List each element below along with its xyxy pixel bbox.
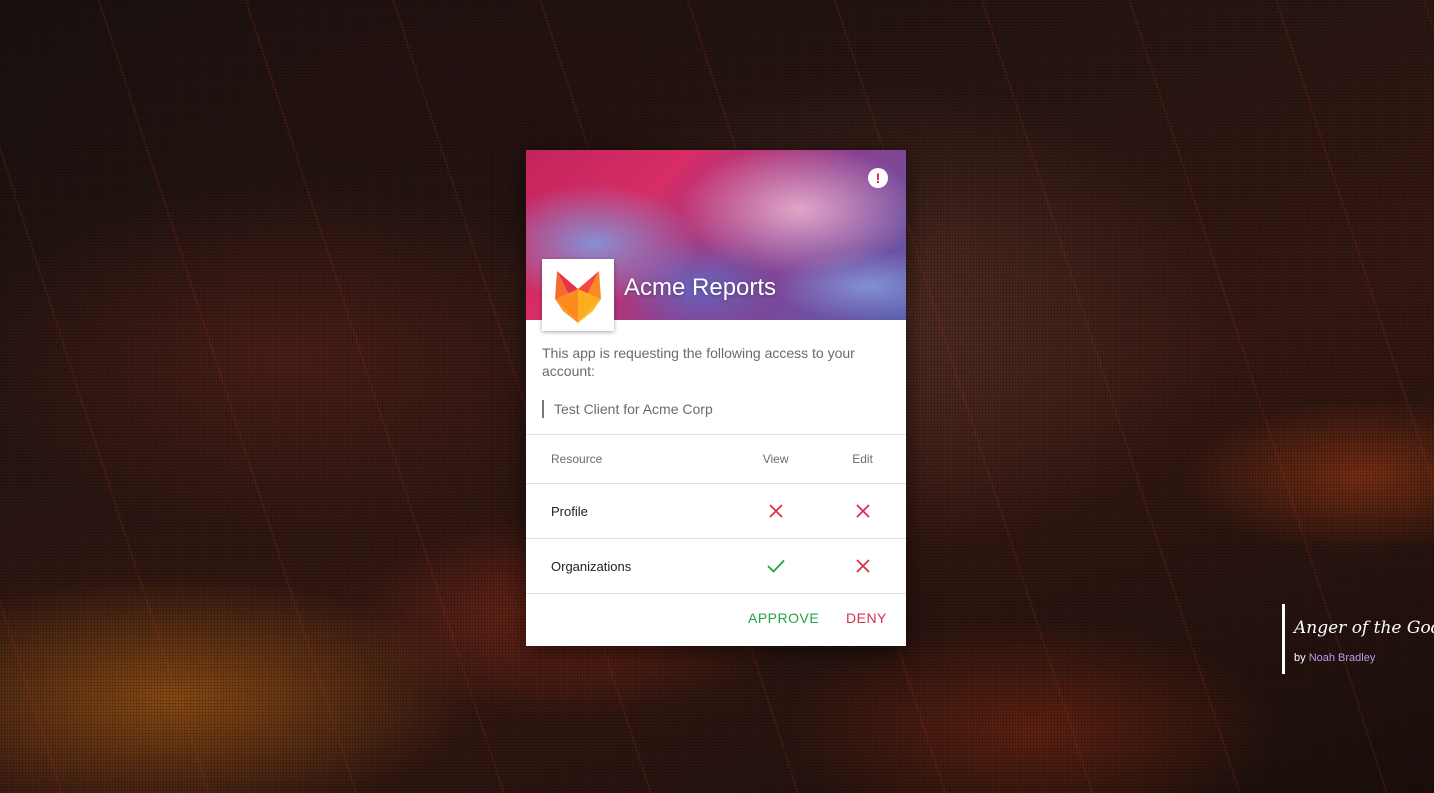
artist-link[interactable]: Noah Bradley [1309,652,1376,664]
resource-profile: Profile [551,503,588,519]
request-text: This app is requesting the following acc… [542,345,855,379]
app-logo [542,259,614,331]
resource-organizations: Organizations [551,558,632,574]
table-row: Organizations [526,539,906,594]
deny-button[interactable]: DENY [846,610,887,626]
artwork-credits: Anger of the Gods by Noah Bradley [1282,604,1434,674]
table-row: Profile [526,484,906,539]
authorization-dialog: ! Acme Reports This app is requesting th… [526,150,906,646]
permissions-table: Resource View Edit Profile Organizations [526,434,906,594]
approve-button[interactable]: APPROVE [748,610,819,626]
byline-prefix: by [1294,652,1306,664]
profile-view-cell [732,502,819,520]
artwork-byline: by Noah Bradley [1294,652,1375,664]
fox-logo-icon [555,271,601,323]
alert-icon[interactable]: ! [868,168,888,188]
header-resource: Resource [551,452,603,466]
dialog-actions: APPROVE DENY [526,593,906,646]
app-title: Acme Reports [624,274,777,301]
cross-icon [768,504,783,518]
header-edit: Edit [852,452,873,466]
table-header-row: Resource View Edit [526,435,906,484]
client-name: Test Client for Acme Corp [542,400,890,418]
profile-edit-cell [819,502,906,520]
organizations-edit-cell [819,557,906,575]
header-view: View [762,452,789,466]
artwork-title: Anger of the Gods [1294,618,1434,638]
organizations-view-cell [732,557,819,575]
check-icon [766,559,785,573]
cross-icon [855,559,870,573]
cross-icon [855,504,870,518]
